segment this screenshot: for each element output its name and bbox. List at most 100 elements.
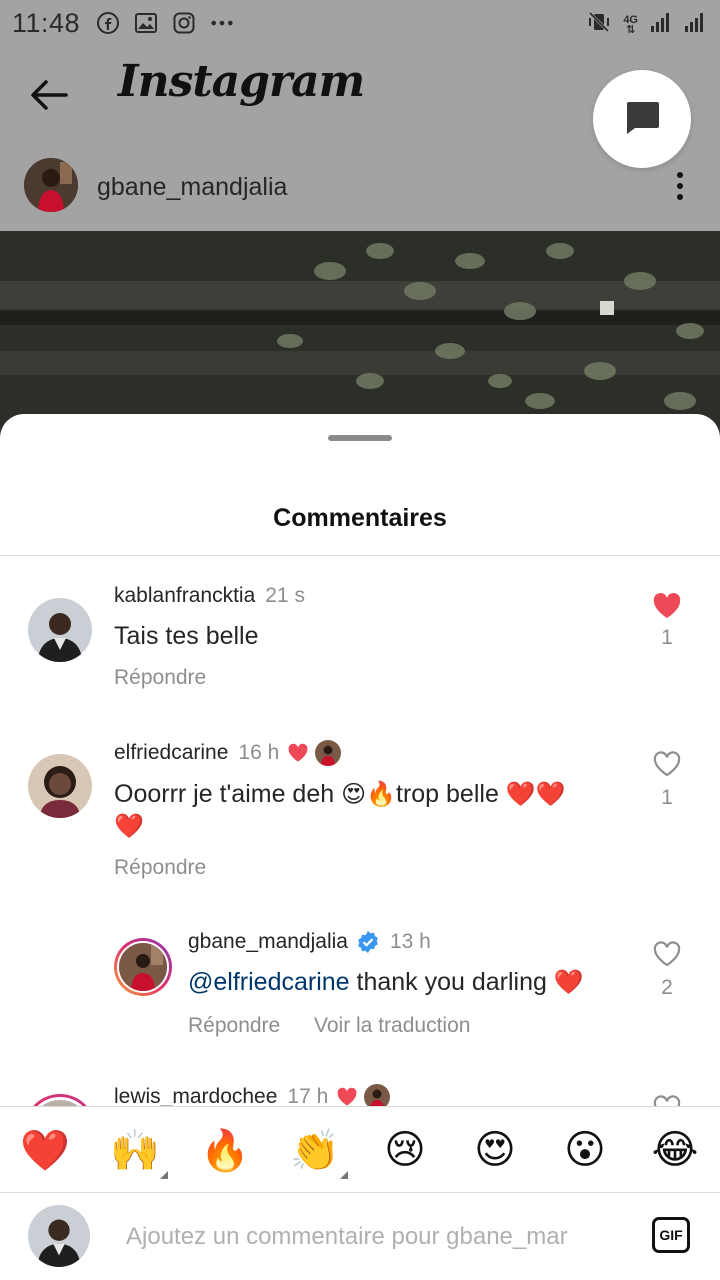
instagram-icon <box>172 11 196 35</box>
comment-text: Ooorrr je t'aime deh 😍🔥trop belle ❤️❤️ ❤️ <box>114 778 634 842</box>
emoji: ❤️ <box>114 812 144 840</box>
comment-item: lewis_mardochee 17 h <box>0 1080 720 1106</box>
app-title: Instagram <box>118 56 365 107</box>
avatar[interactable] <box>28 598 92 662</box>
more-dots-icon <box>210 11 234 35</box>
comment-header: elfriedcarine 16 h <box>114 740 342 766</box>
like-count: 1 <box>661 626 673 649</box>
comment-username[interactable]: kablanfrancktia <box>114 584 255 607</box>
emoji-button[interactable]: ❤️ <box>20 1125 70 1175</box>
data-arrows: ⇅ <box>626 23 636 36</box>
comment-time: 16 h <box>238 741 280 764</box>
comment-header: lewis_mardochee 17 h <box>114 1084 391 1106</box>
post-owner-row: gbane_mandjalia <box>0 156 720 218</box>
comment-text-body: thank you darling <box>349 968 554 996</box>
emoji: ❤️ <box>553 968 584 996</box>
status-icons-right: 4G ⇅ <box>587 10 706 39</box>
like-count: 2 <box>661 976 673 999</box>
emoji-raising-hands: 🙌 <box>110 1127 160 1174</box>
vibrate-mute-icon <box>587 10 611 39</box>
emoji-crying: 😢 <box>384 1127 426 1173</box>
chat-bubble-icon <box>623 99 661 140</box>
comments-list[interactable]: kablanfrancktia 21 s Tais tes belle Répon… <box>0 556 720 1106</box>
comment-text-part2: trop belle <box>396 780 506 808</box>
avatar-story-ring[interactable] <box>24 1094 96 1106</box>
skin-tone-indicator <box>340 1171 348 1179</box>
post-owner-name[interactable]: gbane_mandjalia <box>97 173 287 202</box>
avatar <box>117 941 169 993</box>
comment-item: kablanfrancktia 21 s Tais tes belle Répon… <box>0 584 720 714</box>
reply-comment-item: gbane_mandjalia 13 h @elfriedcarine than… <box>0 930 720 1070</box>
reply-button[interactable]: Répondre <box>188 1014 280 1038</box>
avatar-story-ring[interactable] <box>114 938 172 996</box>
emoji-fire: 🔥 <box>200 1127 250 1174</box>
comment-username[interactable]: elfriedcarine <box>114 741 228 765</box>
emoji-button[interactable]: 😢 <box>380 1125 430 1175</box>
reply-button[interactable]: Répondre <box>114 666 206 690</box>
comment-header: kablanfrancktia 21 s <box>114 584 305 608</box>
messages-button[interactable] <box>593 70 691 168</box>
heart-outline-icon[interactable] <box>652 750 682 778</box>
creator-avatar-mini <box>315 740 342 766</box>
heart-outline-icon[interactable] <box>652 940 682 968</box>
comment-input[interactable] <box>126 1223 626 1251</box>
comment-username[interactable]: lewis_mardochee <box>114 1085 277 1106</box>
emoji-surprised: 😮 <box>564 1127 606 1173</box>
emoji-button[interactable]: 😍 <box>470 1125 520 1175</box>
comment-text-part1: Ooorrr je t'aime deh <box>114 780 342 808</box>
reply-button[interactable]: Répondre <box>114 856 206 880</box>
emoji-quick-bar: ❤️ 🙌 🔥 👏 😢 😍 😮 😂 <box>0 1106 720 1192</box>
emoji-button[interactable]: 😮 <box>560 1125 610 1175</box>
comment-time: 13 h <box>389 930 431 953</box>
owner-avatar[interactable] <box>24 158 78 212</box>
comment-text: Tais tes belle <box>114 622 259 650</box>
app-background: 11:48 4G ⇅ Instagram gbane_mandjalia <box>0 0 720 441</box>
comment-time: 17 h <box>287 1085 329 1106</box>
4g-icon: 4G ⇅ <box>623 13 638 36</box>
vertical-dots-icon[interactable] <box>668 168 692 204</box>
status-icons-left <box>96 11 234 35</box>
gallery-icon <box>134 11 158 35</box>
arrow-left-icon[interactable] <box>26 72 72 118</box>
comment-time: 21 s <box>265 584 305 607</box>
comment-text: @elfriedcarine thank you darling ❤️ <box>188 966 628 998</box>
comment-header: gbane_mandjalia 13 h <box>188 930 431 954</box>
status-time: 11:48 <box>12 7 81 38</box>
creator-avatar-mini <box>364 1084 391 1106</box>
verified-badge-icon <box>356 930 380 954</box>
emoji: 😍🔥 <box>341 780 396 808</box>
emoji: ❤️❤️ <box>505 780 566 808</box>
emoji-button[interactable]: 🔥 <box>200 1125 250 1175</box>
facebook-icon <box>96 11 120 35</box>
status-bar: 11:48 4G ⇅ <box>0 0 720 46</box>
creator-liked-heart-icon <box>336 1087 358 1106</box>
gif-label: GIF <box>659 1227 683 1243</box>
creator-liked-heart-icon <box>287 743 309 763</box>
signal-icon <box>650 11 672 38</box>
like-count: 1 <box>661 786 673 809</box>
skin-tone-indicator <box>160 1171 168 1179</box>
emoji-button[interactable]: 😂 <box>650 1125 700 1175</box>
heart-outline-icon[interactable] <box>652 1094 682 1106</box>
comment-item: elfriedcarine 16 h Ooorrr je t'aime deh 😍… <box>0 740 720 900</box>
current-user-avatar <box>28 1205 90 1267</box>
emoji-heart: ❤️ <box>20 1127 70 1174</box>
signal-icon-2 <box>684 11 706 38</box>
emoji-button[interactable]: 🙌 <box>110 1125 168 1179</box>
heart-filled-icon[interactable] <box>652 592 682 620</box>
emoji-laughing: 😂 <box>651 1127 699 1173</box>
comment-username[interactable]: gbane_mandjalia <box>188 930 348 954</box>
emoji-button[interactable]: 👏 <box>290 1125 348 1179</box>
translate-button[interactable]: Voir la traduction <box>314 1014 470 1038</box>
network-label: 4G <box>623 13 638 26</box>
sheet-title: Commentaires <box>273 504 447 532</box>
comment-input-bar: GIF <box>0 1192 720 1280</box>
gif-button[interactable]: GIF <box>652 1217 690 1253</box>
avatar <box>27 1097 93 1106</box>
emoji-clap: 👏 <box>290 1127 340 1174</box>
emoji-heart-eyes: 😍 <box>474 1127 516 1173</box>
mention-link[interactable]: @elfriedcarine <box>188 968 350 996</box>
sheet-drag-handle[interactable] <box>328 435 392 441</box>
post-image <box>0 231 720 441</box>
avatar[interactable] <box>28 754 92 818</box>
